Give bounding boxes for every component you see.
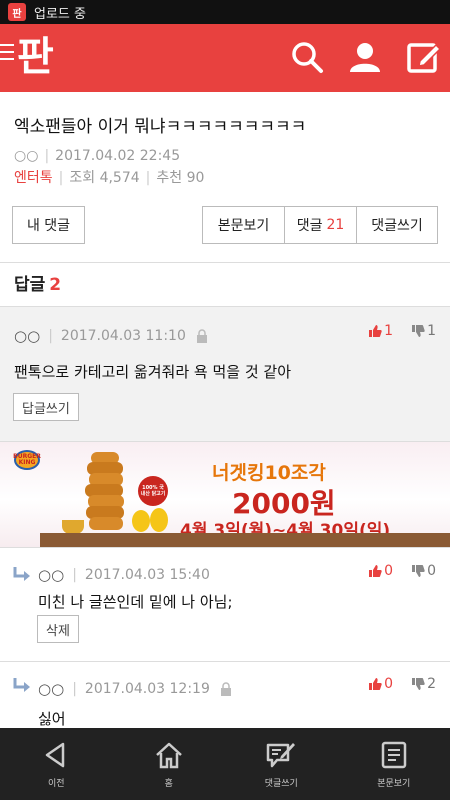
downvote-button[interactable]: 2 [411,676,436,692]
chick-icon [132,510,150,532]
home-icon [155,742,182,768]
home-button[interactable]: 홈 [113,728,226,800]
thumbs-down-icon [412,325,425,337]
back-icon [46,742,65,767]
write-icon[interactable] [406,40,440,74]
upvote-count: 1 [384,323,394,339]
comment-body: 미친 나 글쓴인데 밑에 나 아님; [38,593,233,611]
comment-item: ○○ | 2017.04.03 11:10 1 1 팬톡으로 카테고리 옮겨줘라 욕… [0,306,450,441]
comment-nick: ○○ [38,680,65,698]
comment-nick: ○○ [38,566,65,584]
thumbs-down-icon [412,565,425,577]
post-date: 2017.04.02 22:45 [55,148,181,164]
comments-label: 댓글 [296,218,323,234]
search-icon[interactable] [290,40,324,74]
views-count: 4,574 [99,170,140,186]
post-action-bar: 내 댓글 본문보기 댓글 21 댓글쓰기 [12,206,438,244]
app-header: 판 [0,24,450,92]
downvote-count: 0 [427,563,436,579]
home-label: 홈 [164,778,173,789]
post-title: 엑소팬들아 이거 뭐냐ㅋㅋㅋㅋㅋㅋㅋㅋㅋ [14,117,307,137]
back-button[interactable]: 이전 [0,728,113,800]
thumbs-up-icon [369,325,382,337]
comment-nick: ○○ [14,327,41,345]
write-comment-button[interactable]: 댓글쓰기 [356,206,438,244]
views-label: 조회 [69,170,96,186]
thumbs-up-icon [369,678,382,690]
comment-write-icon [267,742,296,767]
upvote-button[interactable]: 0 [368,563,393,579]
my-comments-button[interactable]: 내 댓글 [12,206,85,244]
downvote-count: 1 [427,323,436,339]
post-stats: 엔터톡 | 조회 4,574 | 추천 90 [14,170,205,186]
recommend-label: 추천 [156,170,183,186]
comment-write-label: 댓글쓰기 [264,778,298,789]
user-icon[interactable] [348,40,382,74]
comments-button[interactable]: 댓글 21 [284,206,356,244]
replies-header: 답글 2 [14,270,61,295]
recommend-count: 90 [186,170,205,186]
downvote-count: 2 [427,676,436,692]
burger-king-logo: BURGER KING [13,450,41,470]
replies-count: 2 [49,275,62,295]
document-icon [381,741,406,768]
view-post-nav-button[interactable]: 본문보기 [338,728,450,800]
thumbs-up-icon [369,565,382,577]
ad-title: 너겟킹10조각 [212,462,326,484]
reply-arrow-icon [13,567,30,581]
comment-date: 2017.04.03 15:40 [84,567,210,583]
upvote-button[interactable]: 0 [368,676,393,692]
lock-icon [196,329,207,343]
pann-logo[interactable]: 판 [17,34,54,80]
lock-icon [220,682,231,696]
divider [0,262,450,263]
ad-banner[interactable]: BURGER KING 100% 국내산 닭고기 너겟킹10조각 2000원 4… [0,441,450,548]
downvote-button[interactable]: 0 [411,563,436,579]
post-meta: ○○ | 2017.04.02 22:45 [14,148,181,164]
upvote-button[interactable]: 1 [368,323,393,339]
post-category[interactable]: 엔터톡 [14,170,53,186]
view-post-button[interactable]: 본문보기 [202,206,284,244]
back-label: 이전 [47,778,65,789]
downvote-button[interactable]: 1 [411,323,436,339]
view-post-label: 본문보기 [377,778,411,789]
comment-item: ○○ | 2017.04.03 12:19 0 2 싫어 [0,662,450,728]
upvote-count: 0 [384,563,394,579]
nugget-stack-image [85,450,125,540]
post-author: ○○ [14,148,39,164]
delete-button[interactable]: 삭제 [37,615,79,643]
domestic-chicken-badge: 100% 국내산 닭고기 [138,476,168,506]
app-notification-icon: 판 [8,3,26,21]
comment-date: 2017.04.03 11:10 [60,328,186,344]
replies-label: 답글 [14,275,46,295]
thumbs-down-icon [412,678,425,690]
comments-count: 21 [326,217,345,233]
comment-body: 팬톡으로 카테고리 옮겨줘라 욕 먹을 것 같아 [14,363,292,381]
reply-arrow-icon [13,678,30,692]
ad-table-graphic [40,533,450,547]
comment-body: 싫어 [38,710,66,728]
upload-status-text: 업로드 중 [34,6,86,22]
chick-icon [150,508,168,532]
comment-date: 2017.04.03 12:19 [84,681,210,697]
bottom-nav: 이전 홈 댓글쓰기 본문보기 [0,728,450,800]
upvote-count: 0 [384,676,394,692]
comment-item: ○○ | 2017.04.03 15:40 0 0 미친 나 글쓴인데 밑에 나 아… [0,549,450,661]
status-bar: 판 업로드 중 [0,0,450,24]
comment-write-nav-button[interactable]: 댓글쓰기 [225,728,338,800]
reply-write-button[interactable]: 답글쓰기 [13,393,79,421]
menu-icon[interactable] [0,44,16,68]
sauce-cup-icon [62,520,84,534]
